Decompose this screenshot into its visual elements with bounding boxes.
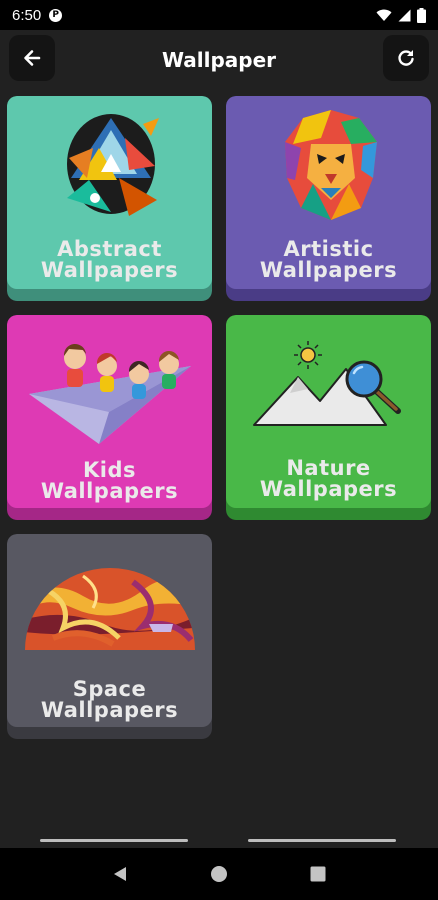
kids-paper-plane-image <box>29 343 191 444</box>
card-label: Kids Wallpapers <box>40 458 179 503</box>
mountain-search-image <box>253 341 401 426</box>
home-circle-icon[interactable] <box>210 865 228 883</box>
abstract-art-image <box>67 114 159 216</box>
notification-app-icon: P <box>49 8 63 22</box>
status-time: 6:50 <box>12 6 42 24</box>
card-abstract-wallpapers[interactable]: Abstract Wallpapers <box>7 96 212 301</box>
card-nature-wallpapers[interactable]: Nature Wallpapers <box>226 315 431 520</box>
arrow-left-icon <box>24 50 41 66</box>
refresh-icon <box>398 50 414 66</box>
home-indicator-right <box>248 839 396 842</box>
status-bar: 6:50 P <box>0 0 438 30</box>
space-planet-image <box>25 568 195 650</box>
colorful-lion-image <box>285 110 377 220</box>
battery-icon <box>417 7 426 23</box>
refresh-button[interactable] <box>383 35 429 81</box>
card-kids-wallpapers[interactable]: Kids Wallpapers <box>7 315 212 520</box>
recents-square-icon[interactable] <box>309 865 327 883</box>
app-bar: Wallpaper <box>0 30 438 90</box>
page-title: Wallpaper <box>161 48 277 72</box>
home-indicator-left <box>40 839 188 842</box>
card-label: Nature Wallpapers <box>259 456 398 501</box>
back-button[interactable] <box>9 35 55 81</box>
card-label: Abstract Wallpapers <box>40 237 179 282</box>
back-triangle-icon[interactable] <box>111 865 129 883</box>
card-artistic-wallpapers[interactable]: Artistic Wallpapers <box>226 96 431 301</box>
system-nav-bar <box>0 848 438 900</box>
card-space-wallpapers[interactable]: Space Wallpapers <box>7 534 212 739</box>
card-label: Artistic Wallpapers <box>259 237 398 282</box>
wifi-icon <box>376 9 392 21</box>
status-indicators <box>376 7 426 23</box>
signal-icon <box>398 9 411 21</box>
card-label: Space Wallpapers <box>40 677 179 722</box>
